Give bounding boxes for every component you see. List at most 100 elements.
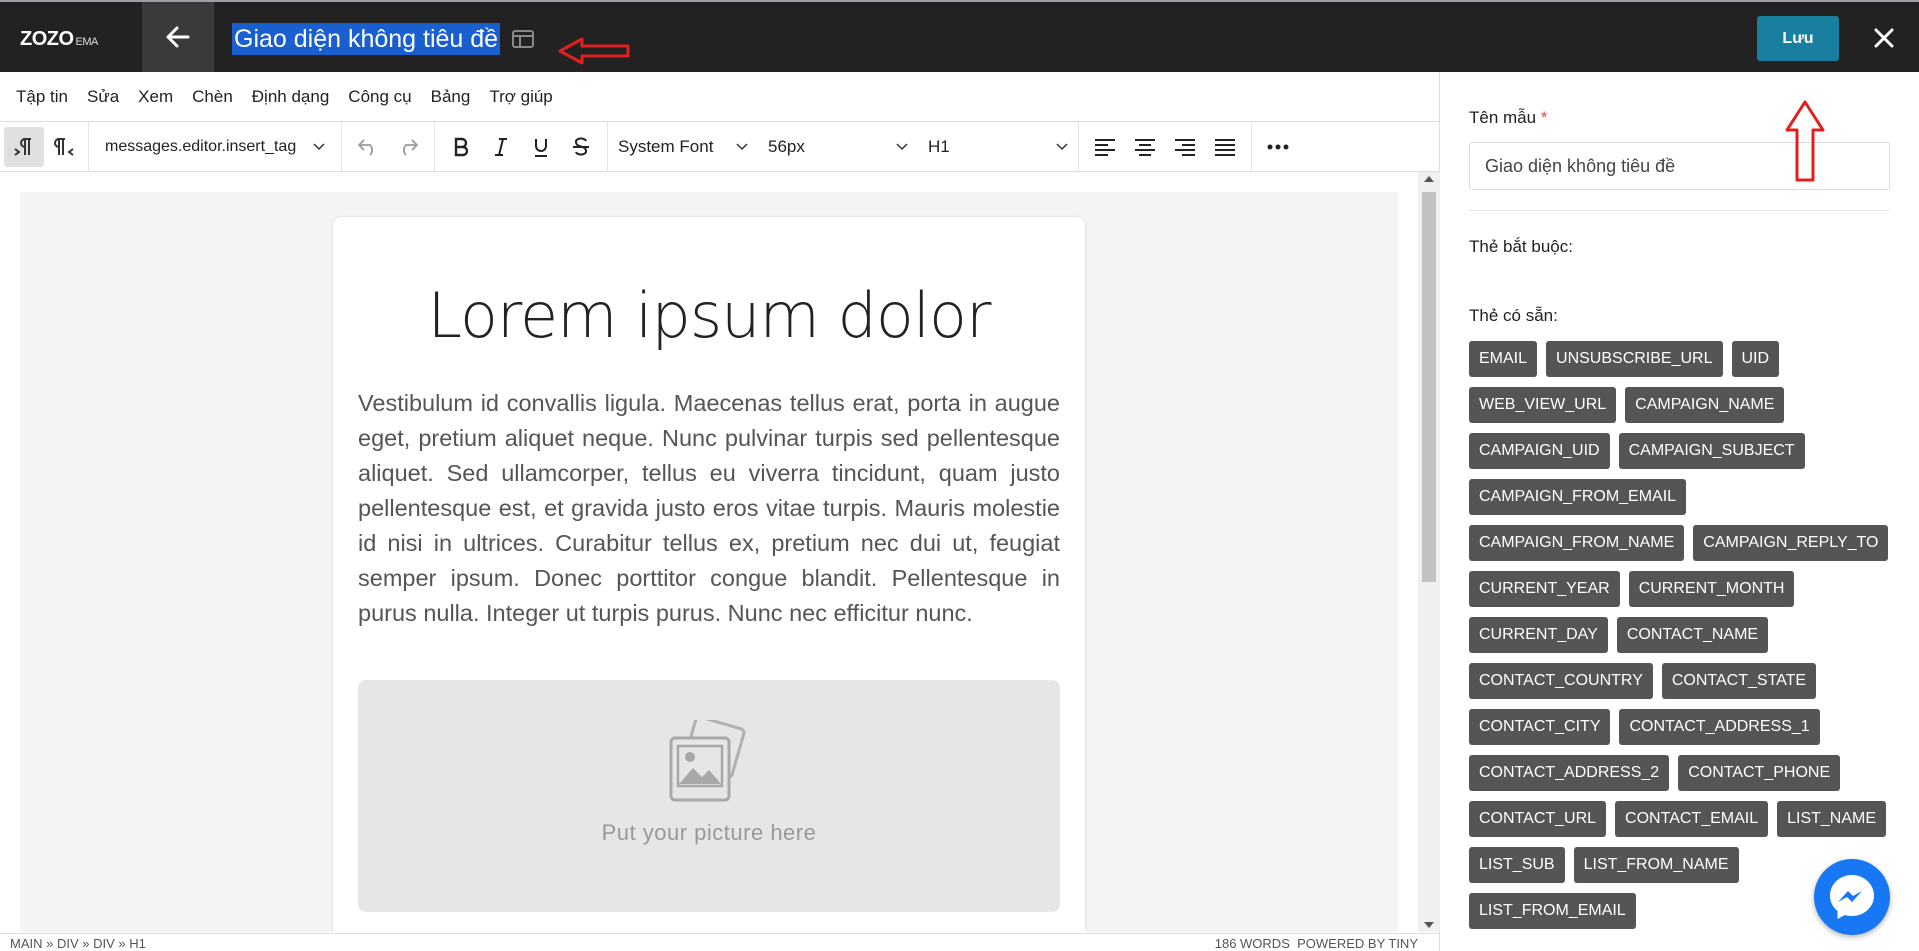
align-left-icon [1095,138,1115,156]
back-button[interactable] [142,2,214,72]
powered-by[interactable]: POWERED BY TINY [1297,936,1418,951]
underline-icon [535,138,547,157]
tag-list-name[interactable]: LIST_NAME [1777,801,1887,837]
email-card[interactable]: Lorem ipsum dolor Vestibulum id convalli… [333,217,1085,932]
paragraph-rtl-icon [54,137,74,156]
align-right-button[interactable] [1165,127,1205,167]
tag-contact-phone[interactable]: CONTACT_PHONE [1678,755,1841,791]
bold-icon [454,137,469,156]
bold-button[interactable] [441,127,481,167]
editor-canvas[interactable]: Lorem ipsum dolor Vestibulum id convalli… [20,192,1398,932]
align-left-button[interactable] [1085,127,1125,167]
tag-campaign-reply-to[interactable]: CAMPAIGN_REPLY_TO [1693,525,1889,561]
tag-contact-address-2[interactable]: CONTACT_ADDRESS_2 [1469,755,1670,791]
tag-web-view-url[interactable]: WEB_VIEW_URL [1469,387,1617,423]
tag-contact-address-1[interactable]: CONTACT_ADDRESS_1 [1619,709,1820,745]
undo-button[interactable] [348,127,388,167]
tag-campaign-from-email[interactable]: CAMPAIGN_FROM_EMAIL [1469,479,1687,515]
template-title-text[interactable]: Giao diện không tiêu đề [232,23,501,55]
menu-bar: Tập tin Sửa Xem Chèn Định dạng Công cụ B… [0,72,1440,122]
picture-placeholder[interactable]: Put your picture here [358,680,1060,912]
tag-unsubscribe-url[interactable]: UNSUBSCRIBE_URL [1546,341,1723,377]
required-mark: * [1540,108,1548,127]
email-heading[interactable]: Lorem ipsum dolor [333,279,1085,352]
align-right-icon [1175,138,1195,156]
tag-contact-state[interactable]: CONTACT_STATE [1661,663,1817,699]
menu-view[interactable]: Xem [138,87,173,107]
available-tags-label: Thẻ có sẵn: [1469,306,1558,325]
messenger-chat-button[interactable] [1814,859,1890,935]
template-name-label-text: Tên mẫu [1469,108,1537,127]
menu-edit[interactable]: Sửa [87,87,119,107]
zozo-logo[interactable]: ZOZO EMA [20,28,98,51]
logo-text: ZOZO [20,28,74,50]
strikethrough-button[interactable] [561,127,601,167]
ltr-direction-button[interactable] [4,126,44,167]
divider [1469,210,1890,211]
font-family-dropdown[interactable]: System Font [608,137,758,157]
layout-icon[interactable] [512,30,535,48]
chevron-down-icon [736,142,748,150]
annotation-arrow-left [558,37,630,65]
menu-tools[interactable]: Công cụ [348,87,411,107]
more-button[interactable] [1258,127,1298,167]
tag-contact-url[interactable]: CONTACT_URL [1469,801,1607,837]
align-center-icon [1135,138,1155,156]
menu-help[interactable]: Trợ giúp [489,87,552,107]
tag-list-from-name[interactable]: LIST_FROM_NAME [1573,847,1739,883]
menu-format[interactable]: Định dạng [252,87,330,107]
underline-button[interactable] [521,127,561,167]
tag-uid[interactable]: UID [1731,341,1780,377]
paragraph-ltr-icon [14,137,31,156]
save-button[interactable]: Lưu [1757,16,1839,61]
arrow-left-icon [166,26,190,48]
align-justify-icon [1215,138,1235,156]
menu-file[interactable]: Tập tin [16,87,68,107]
redo-icon [403,138,419,156]
template-name-label: Tên mẫu * [1469,108,1547,128]
tag-email[interactable]: EMAIL [1469,341,1538,377]
required-tags-label: Thẻ bắt buộc: [1469,237,1573,256]
block-format-dropdown[interactable]: H1 [918,137,1078,157]
redo-button[interactable] [388,127,428,167]
tag-campaign-from-name[interactable]: CAMPAIGN_FROM_NAME [1469,525,1685,561]
tag-contact-country[interactable]: CONTACT_COUNTRY [1469,663,1653,699]
editor-toolbar: messages.editor.insert_tag System Font 5… [0,121,1440,172]
italic-button[interactable] [481,127,521,167]
editor-scrollbar[interactable] [1418,172,1440,932]
tag-campaign-name[interactable]: CAMPAIGN_NAME [1625,387,1785,423]
element-path[interactable]: MAIN » DIV » DIV » H1 [10,936,146,951]
status-right: 186 WORDS POWERED BY TINY [1215,936,1418,951]
scroll-down-icon[interactable] [1424,922,1434,928]
close-button[interactable] [1866,20,1902,56]
font-family-value: System Font [618,136,714,156]
tag-contact-city[interactable]: CONTACT_CITY [1469,709,1611,745]
tag-list-sub[interactable]: LIST_SUB [1469,847,1565,883]
font-size-dropdown[interactable]: 56px [758,137,918,157]
chevron-down-icon [1056,142,1068,150]
logo-suffix: EMA [75,36,99,48]
tag-campaign-subject[interactable]: CAMPAIGN_SUBJECT [1618,433,1805,469]
tag-campaign-uid[interactable]: CAMPAIGN_UID [1469,433,1610,469]
annotation-arrow-up [1785,100,1825,182]
align-justify-button[interactable] [1205,127,1245,167]
tag-current-year[interactable]: CURRENT_YEAR [1469,571,1620,607]
font-size-value: 56px [768,136,805,156]
menu-table[interactable]: Bảng [431,87,471,107]
available-tags: EMAIL UNSUBSCRIBE_URL UID WEB_VIEW_URL C… [1469,341,1899,939]
insert-tag-dropdown[interactable]: messages.editor.insert_tag [95,138,335,156]
tag-contact-name[interactable]: CONTACT_NAME [1616,617,1769,653]
template-title[interactable]: Giao diện không tiêu đề [232,22,535,56]
tag-contact-email[interactable]: CONTACT_EMAIL [1615,801,1769,837]
rtl-direction-button[interactable] [44,127,84,167]
email-paragraph[interactable]: Vestibulum id convallis ligula. Maecenas… [358,386,1060,631]
tag-list-from-email[interactable]: LIST_FROM_EMAIL [1469,893,1636,929]
word-count[interactable]: 186 WORDS [1215,936,1290,951]
tag-current-day[interactable]: CURRENT_DAY [1469,617,1608,653]
menu-insert[interactable]: Chèn [192,87,233,107]
align-center-button[interactable] [1125,127,1165,167]
status-bar: MAIN » DIV » DIV » H1 186 WORDS POWERED … [0,933,1440,951]
scroll-thumb[interactable] [1422,192,1436,582]
scroll-up-icon[interactable] [1424,176,1434,182]
tag-current-month[interactable]: CURRENT_MONTH [1628,571,1795,607]
